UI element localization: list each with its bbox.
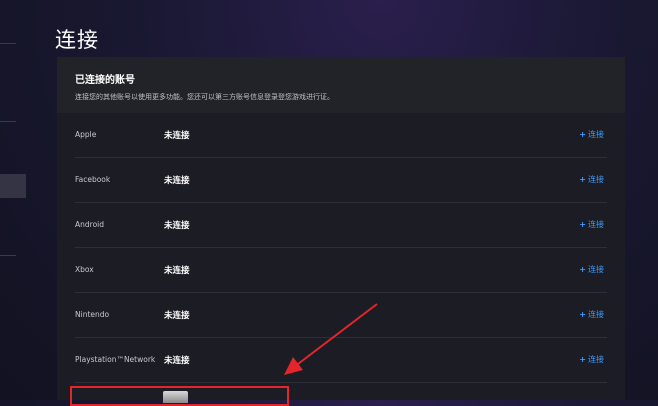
account-row-nintendo: Nintendo 未连接 + 连接: [75, 293, 607, 338]
panel-header: 已连接的账号 连接您的其他账号以使用更多功能。您还可以第三方账号信息登录登您游戏…: [57, 57, 625, 113]
account-row-facebook: Facebook 未连接 + 连接: [75, 158, 607, 203]
panel-title: 已连接的账号: [75, 75, 135, 86]
connection-status: 未连接: [164, 176, 190, 186]
annotation-highlight-box: [70, 386, 289, 406]
connect-label: 连接: [588, 265, 604, 274]
connect-label: 连接: [588, 175, 604, 184]
plus-icon: +: [579, 175, 586, 184]
connected-accounts-panel: 已连接的账号 连接您的其他账号以使用更多功能。您还可以第三方账号信息登录登您游戏…: [57, 57, 625, 400]
account-row-playstation: Playstation™Network 未连接 + 连接: [75, 338, 607, 383]
plus-icon: +: [579, 310, 586, 319]
plus-icon: +: [579, 265, 586, 274]
connect-label: 连接: [588, 130, 604, 139]
connect-button[interactable]: + 连接: [579, 129, 604, 140]
connect-button[interactable]: + 连接: [579, 264, 604, 275]
connection-status: 未连接: [164, 266, 190, 276]
provider-name: Facebook: [75, 175, 111, 184]
connect-label: 连接: [588, 220, 604, 229]
connection-status: 未连接: [164, 131, 190, 141]
panel-description: 连接您的其他账号以使用更多功能。您还可以第三方账号信息登录登您游戏进行证。: [75, 93, 334, 101]
connection-status: 未连接: [164, 311, 190, 321]
connect-button[interactable]: + 连接: [579, 309, 604, 320]
connect-button[interactable]: + 连接: [579, 219, 604, 230]
plus-icon: +: [579, 130, 586, 139]
connect-button[interactable]: + 连接: [579, 354, 604, 365]
provider-name: Playstation™Network: [75, 355, 156, 364]
plus-icon: +: [579, 355, 586, 364]
sidebar-divider: [0, 255, 16, 256]
connect-label: 连接: [588, 355, 604, 364]
connection-status: 未连接: [164, 221, 190, 231]
connect-label: 连接: [588, 310, 604, 319]
account-list: Apple 未连接 + 连接 Facebook 未连接 + 连接 Android 未…: [57, 113, 625, 383]
provider-name: Xbox: [75, 265, 94, 274]
provider-name: Android: [75, 220, 104, 229]
account-row-apple: Apple 未连接 + 连接: [75, 113, 607, 158]
account-row-android: Android 未连接 + 连接: [75, 203, 607, 248]
connection-status: 未连接: [164, 356, 190, 366]
page-title: 连接: [55, 28, 99, 53]
account-row-xbox: Xbox 未连接 + 连接: [75, 248, 607, 293]
provider-name: Nintendo: [75, 310, 110, 319]
sidebar-divider: [0, 121, 16, 122]
plus-icon: +: [579, 220, 586, 229]
sidebar-divider: [0, 43, 16, 44]
connect-button[interactable]: + 连接: [579, 174, 604, 185]
provider-name: Apple: [75, 130, 97, 139]
sidebar-active-item[interactable]: [0, 174, 26, 198]
